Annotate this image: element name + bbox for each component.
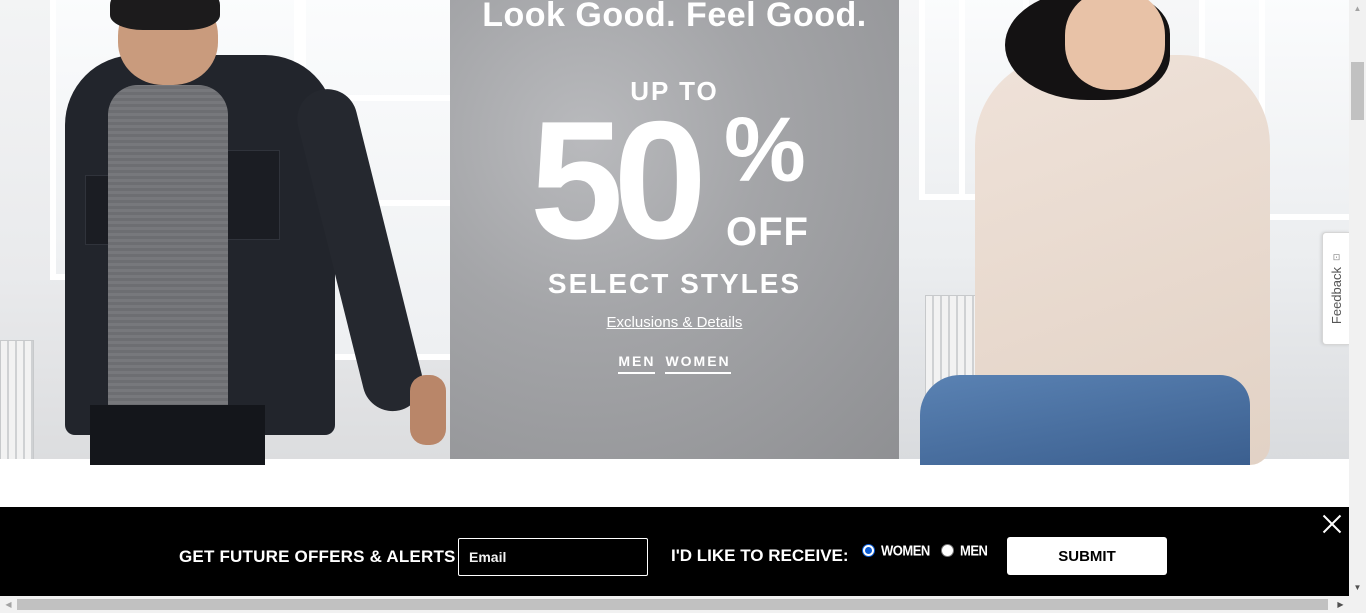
shop-women-link[interactable]: WOMEN (665, 353, 731, 374)
radio-women-label: WOMEN (881, 541, 930, 560)
signup-title: GET FUTURE OFFERS & ALERTS (179, 547, 456, 566)
promo-shop-links: MEN WOMEN (450, 353, 899, 374)
radiator (0, 340, 34, 459)
email-signup-bar: GET FUTURE OFFERS & ALERTS I'D LIKE TO R… (0, 507, 1349, 596)
radio-men[interactable]: MEN (941, 541, 988, 560)
promo-discount-percent: % (724, 99, 806, 201)
shop-men-link[interactable]: MEN (618, 353, 656, 374)
submit-button[interactable]: SUBMIT (1007, 537, 1167, 575)
radio-men-label: MEN (960, 541, 988, 560)
promo-content: Look Good. Feel Good. UP TO 50 % OFF SEL… (450, 0, 899, 459)
promo-select-styles: SELECT STYLES (547, 268, 802, 299)
feedback-label: Feedback (1329, 267, 1344, 325)
scroll-right-arrow-icon[interactable]: ▶ (1332, 596, 1349, 613)
promo-discount-off: OFF (726, 210, 809, 254)
radio-women-button[interactable] (862, 544, 875, 557)
vertical-scrollbar[interactable]: ▲ ▼ (1349, 0, 1366, 596)
radio-women[interactable]: WOMEN (862, 541, 930, 560)
email-field[interactable] (458, 538, 648, 576)
feedback-tab[interactable]: ⊡ Feedback (1322, 232, 1350, 345)
scroll-left-arrow-icon[interactable]: ◀ (0, 596, 17, 613)
scroll-down-arrow-icon[interactable]: ▼ (1349, 579, 1366, 596)
scroll-up-arrow-icon[interactable]: ▲ (1349, 0, 1366, 17)
radio-men-button[interactable] (941, 544, 954, 557)
horizontal-scrollbar[interactable]: ◀ ▶ (0, 596, 1366, 613)
page: Look Good. Feel Good. UP TO 50 % OFF SEL… (0, 0, 1366, 613)
feedback-icon: ⊡ (1332, 252, 1341, 263)
horizontal-scroll-thumb[interactable] (17, 599, 1328, 610)
close-icon[interactable] (1321, 513, 1343, 535)
promo-discount-number: 50 (530, 86, 707, 274)
vertical-scroll-thumb[interactable] (1351, 62, 1364, 120)
exclusions-details-link[interactable]: Exclusions & Details (450, 314, 899, 331)
receive-label: I'D LIKE TO RECEIVE: (671, 546, 849, 565)
promo-headline: Look Good. Feel Good. (482, 0, 867, 34)
